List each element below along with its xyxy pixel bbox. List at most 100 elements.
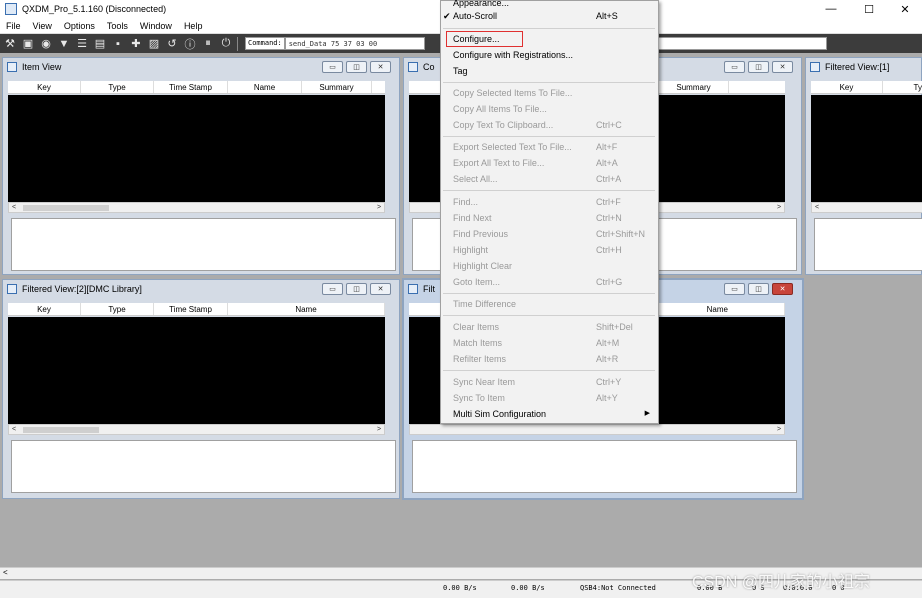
scroll-thumb[interactable] (23, 205, 109, 211)
detail-text-box[interactable] (412, 440, 797, 493)
connect-icon[interactable]: ⚒ (2, 37, 18, 51)
menu-item-copy-text[interactable]: Copy Text To Clipboard... Ctrl+C (441, 119, 658, 134)
list-icon[interactable]: ☰ (74, 37, 90, 51)
command-input[interactable]: send_Data 75 37 03 00 (284, 37, 425, 50)
menu-item-tag[interactable]: Tag (441, 65, 658, 80)
detail-text-box[interactable] (11, 440, 396, 493)
minimize-icon[interactable]: ▭ (322, 61, 343, 73)
scroll-thumb[interactable] (23, 427, 99, 433)
detail-text-box[interactable] (11, 218, 396, 271)
menu-item-refilter-items[interactable]: Refilter Items Alt+R (441, 353, 658, 368)
command-label: Command: (245, 37, 285, 50)
command-input-extension[interactable] (657, 37, 827, 50)
minimize-icon[interactable]: ▭ (724, 61, 745, 73)
menu-item-sync-near[interactable]: Sync Near Item Ctrl+Y (441, 376, 658, 391)
power-icon[interactable]: ⏻ (218, 37, 234, 51)
col-timestamp[interactable]: Time Stamp (154, 81, 228, 93)
status-rate-1: 0.00 B/s (443, 584, 477, 592)
menu-item-export-selected[interactable]: Export Selected Text To File... Alt+F (441, 141, 658, 156)
menu-item-find-previous[interactable]: Find Previous Ctrl+Shift+N (441, 228, 658, 243)
menu-item-configure-registrations[interactable]: Configure with Registrations... (441, 49, 658, 64)
col-type[interactable]: Ty (883, 81, 922, 93)
col-name[interactable]: Name (228, 303, 385, 315)
col-key[interactable]: Key (8, 81, 81, 93)
close-icon[interactable]: ✕ (370, 283, 391, 295)
close-icon[interactable]: ✕ (772, 283, 793, 295)
filter-icon[interactable]: ▼ (56, 37, 72, 51)
maximize-button[interactable]: ☐ (852, 0, 886, 18)
minimize-icon[interactable]: ▭ (724, 283, 745, 295)
window-icon (408, 61, 418, 72)
menu-separator (443, 28, 655, 29)
restore-icon[interactable]: ◫ (346, 61, 367, 73)
horizontal-scrollbar[interactable]: < > (8, 424, 385, 435)
menu-item-multi-sim[interactable]: Multi Sim Configuration ▶ (441, 408, 658, 423)
detail-text-box[interactable] (814, 218, 922, 271)
menu-file[interactable]: File (0, 21, 27, 31)
menu-help[interactable]: Help (178, 21, 209, 31)
restore-icon[interactable]: ◫ (346, 283, 367, 295)
scroll-left-icon[interactable]: < (9, 425, 19, 434)
col-key[interactable]: Key (811, 81, 883, 93)
play-icon[interactable]: ◉ (38, 37, 54, 51)
open-icon[interactable]: ▣ (20, 37, 36, 51)
item-list-area[interactable] (8, 95, 385, 202)
menu-item-find-next[interactable]: Find Next Ctrl+N (441, 212, 658, 227)
menu-item-time-difference[interactable]: Time Difference (441, 298, 658, 313)
col-summary[interactable]: Summary (659, 81, 729, 93)
menu-item-copy-all[interactable]: Copy All Items To File... (441, 103, 658, 118)
nv-icon[interactable]: ▤ (92, 37, 108, 51)
menu-item-match-items[interactable]: Match Items Alt+M (441, 337, 658, 352)
menu-item-sync-to[interactable]: Sync To Item Alt+Y (441, 392, 658, 407)
scroll-left-icon[interactable]: < (3, 568, 8, 577)
menu-item-clear-items[interactable]: Clear Items Shift+Del (441, 321, 658, 336)
horizontal-scrollbar[interactable]: < > (8, 202, 385, 213)
close-button[interactable]: ✕ (888, 0, 922, 18)
col-timestamp[interactable]: Time Stamp (154, 303, 228, 315)
menu-tools[interactable]: Tools (101, 21, 134, 31)
pause-icon[interactable]: ⏸ (200, 37, 216, 51)
restore-icon[interactable]: ◫ (748, 61, 769, 73)
horizontal-scrollbar[interactable]: > (409, 424, 785, 435)
item-list-area[interactable] (8, 317, 385, 424)
col-type[interactable]: Type (81, 303, 154, 315)
export-icon[interactable]: ▨ (146, 37, 162, 51)
menu-view[interactable]: View (27, 21, 58, 31)
col-summary[interactable]: Summary (302, 81, 372, 93)
scroll-right-icon[interactable]: > (774, 203, 784, 212)
menu-window[interactable]: Window (134, 21, 178, 31)
minimize-button[interactable]: — (814, 0, 848, 18)
close-icon[interactable]: ✕ (370, 61, 391, 73)
menu-item-select-all[interactable]: Select All... Ctrl+A (441, 173, 658, 188)
filtered-view-1-header: Key Ty (811, 81, 922, 94)
col-name[interactable]: Name (228, 81, 302, 93)
scroll-left-icon[interactable]: < (9, 203, 19, 212)
scroll-right-icon[interactable]: > (374, 203, 384, 212)
col-key[interactable]: Key (8, 303, 81, 315)
item-list-area[interactable] (811, 95, 922, 202)
horizontal-scrollbar[interactable]: < (811, 202, 922, 213)
watermark: CSDN @四儿家的小祖宗 (692, 574, 871, 591)
menu-item-find[interactable]: Find... Ctrl+F (441, 196, 658, 211)
menu-item-export-all[interactable]: Export All Text to File... Alt+A (441, 157, 658, 172)
menu-item-highlight[interactable]: Highlight Ctrl+H (441, 244, 658, 259)
scroll-left-icon[interactable]: < (812, 203, 822, 212)
menu-options[interactable]: Options (58, 21, 101, 31)
scroll-right-icon[interactable]: > (774, 425, 784, 434)
minimize-icon[interactable]: ▭ (322, 283, 343, 295)
window-icon (408, 283, 418, 294)
restore-icon[interactable]: ◫ (748, 283, 769, 295)
col-type[interactable]: Type (81, 81, 154, 93)
add-icon[interactable]: ✚ (128, 37, 144, 51)
reset-icon[interactable]: ↺ (164, 37, 180, 51)
close-icon[interactable]: ✕ (772, 61, 793, 73)
menu-item-auto-scroll[interactable]: ✔ Auto-Scroll Alt+S (441, 10, 658, 25)
filtered-view-2-header: Key Type Time Stamp Name (8, 303, 385, 316)
save-icon[interactable]: ▪ (110, 37, 126, 51)
menu-item-goto[interactable]: Goto Item... Ctrl+G (441, 276, 658, 291)
menu-item-copy-selected[interactable]: Copy Selected Items To File... (441, 87, 658, 102)
info-icon[interactable]: ⓘ (182, 37, 198, 51)
context-menu: Appearance... ✔ Auto-Scroll Alt+S Configur… (440, 0, 659, 424)
menu-item-highlight-clear[interactable]: Highlight Clear (441, 260, 658, 275)
scroll-right-icon[interactable]: > (374, 425, 384, 434)
